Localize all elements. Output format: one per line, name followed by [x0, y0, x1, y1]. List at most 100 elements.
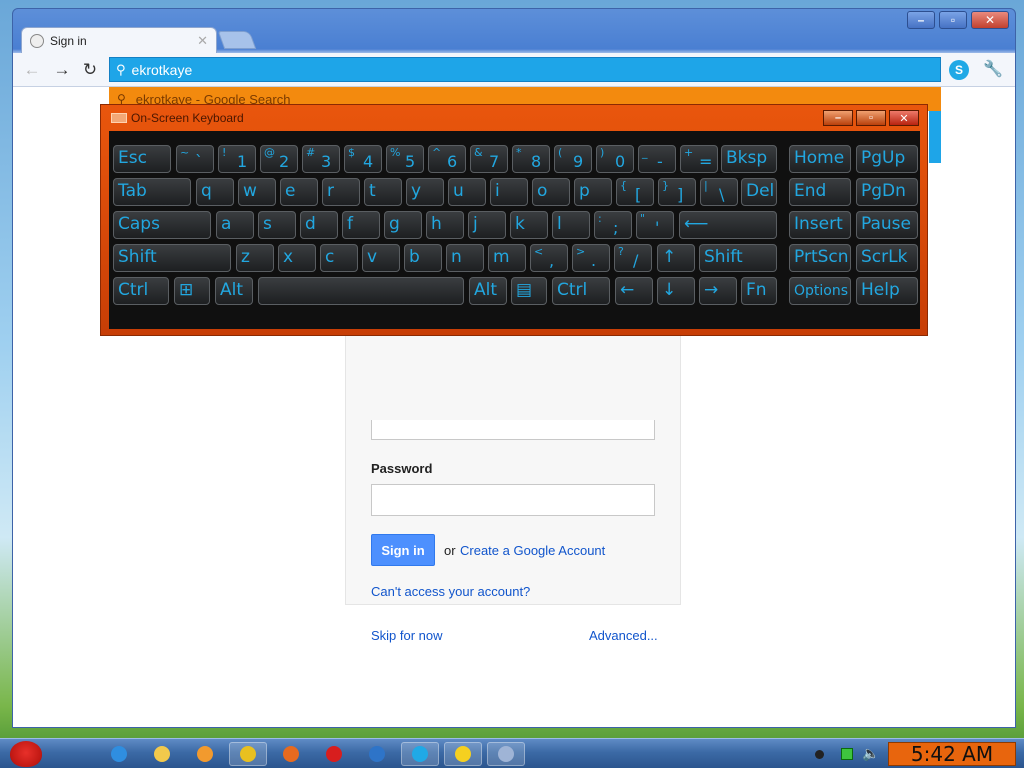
- minimize-button[interactable]: –: [907, 11, 935, 29]
- battery-icon[interactable]: [841, 748, 853, 760]
- key-5[interactable]: % 5: [386, 145, 424, 173]
- tab-close-icon[interactable]: ✕: [197, 33, 208, 49]
- skype-extension-icon[interactable]: S: [949, 60, 969, 80]
- maximize-button[interactable]: ▫: [939, 11, 967, 29]
- key-7[interactable]: & 7: [470, 145, 508, 173]
- key-equals[interactable]: + =: [680, 145, 718, 173]
- clock[interactable]: 5:42 AM: [888, 742, 1016, 766]
- key-3[interactable]: #3: [302, 145, 340, 173]
- key-2[interactable]: @2: [260, 145, 298, 173]
- key-m[interactable]: m: [488, 244, 526, 272]
- create-account-link[interactable]: Create a Google Account: [460, 543, 605, 558]
- reload-icon[interactable]: ↻: [79, 59, 101, 81]
- key-8[interactable]: * 8: [512, 145, 550, 173]
- forward-arrow-icon[interactable]: →: [51, 59, 73, 81]
- key-lshift[interactable]: Shift: [113, 244, 231, 272]
- new-tab-button[interactable]: [217, 31, 257, 49]
- key-p[interactable]: p: [574, 178, 612, 206]
- key-q[interactable]: q: [196, 178, 234, 206]
- key-l[interactable]: l: [552, 211, 590, 239]
- key-rbracket[interactable]: }]: [658, 178, 696, 206]
- key-home[interactable]: Home: [789, 145, 851, 173]
- omnibox-input[interactable]: [131, 61, 732, 78]
- key-enter[interactable]: ⟵: [679, 211, 777, 239]
- key-w[interactable]: w: [238, 178, 276, 206]
- tab-sign-in[interactable]: Sign in ✕: [21, 27, 217, 53]
- key-fn[interactable]: Fn: [741, 277, 777, 305]
- key-1[interactable]: ! 1: [218, 145, 256, 173]
- key-slash[interactable]: ? /: [614, 244, 652, 272]
- wrench-icon[interactable]: 🔧: [983, 59, 1003, 79]
- key-help[interactable]: Help: [856, 277, 918, 305]
- cant-access-link[interactable]: Can't access your account?: [371, 584, 530, 599]
- skip-for-now-link[interactable]: Skip for now: [371, 628, 443, 643]
- key-menu[interactable]: ▤: [511, 277, 547, 305]
- tray-status-icon[interactable]: [815, 750, 824, 759]
- key-d[interactable]: d: [300, 211, 338, 239]
- key-s[interactable]: s: [258, 211, 296, 239]
- taskbar-chrome[interactable]: [229, 742, 267, 766]
- key-x[interactable]: x: [278, 244, 316, 272]
- key-r[interactable]: r: [322, 178, 360, 206]
- osk-titlebar[interactable]: On-Screen Keyboard: [101, 105, 927, 131]
- taskbar-firefox[interactable]: [272, 742, 310, 766]
- key-down[interactable]: ↓: [657, 277, 695, 305]
- key-pgup[interactable]: PgUp: [856, 145, 918, 173]
- password-field[interactable]: [371, 484, 655, 516]
- key-pgdn[interactable]: PgDn: [856, 178, 918, 206]
- sign-in-button[interactable]: Sign in: [371, 534, 435, 566]
- key-e[interactable]: e: [280, 178, 318, 206]
- taskbar-messenger[interactable]: [444, 742, 482, 766]
- key-win[interactable]: ⊞: [174, 277, 210, 305]
- key-minus[interactable]: _ -: [638, 145, 676, 173]
- key-h[interactable]: h: [426, 211, 464, 239]
- key-9[interactable]: (9: [554, 145, 592, 173]
- key-scrlk[interactable]: ScrLk: [856, 244, 918, 272]
- key-pause[interactable]: Pause: [856, 211, 918, 239]
- key-a[interactable]: a: [216, 211, 254, 239]
- key-bksp[interactable]: Bksp: [721, 145, 777, 173]
- key-o[interactable]: o: [532, 178, 570, 206]
- osk-minimize-button[interactable]: –: [823, 110, 853, 126]
- osk-maximize-button[interactable]: ▫: [856, 110, 886, 126]
- key-comma[interactable]: <,: [530, 244, 568, 272]
- key-lctrl[interactable]: Ctrl: [113, 277, 169, 305]
- key-4[interactable]: $4: [344, 145, 382, 173]
- key-quote[interactable]: " ': [636, 211, 674, 239]
- key-lalt[interactable]: Alt: [215, 277, 253, 305]
- start-button[interactable]: [4, 739, 48, 768]
- taskbar-app-blocks[interactable]: [358, 742, 396, 766]
- key-del[interactable]: Del: [741, 178, 777, 206]
- key-f[interactable]: f: [342, 211, 380, 239]
- key-esc[interactable]: Esc: [113, 145, 171, 173]
- omnibox[interactable]: ⚲: [109, 57, 941, 82]
- taskbar-opera[interactable]: [315, 742, 353, 766]
- key-g[interactable]: g: [384, 211, 422, 239]
- osk-close-button[interactable]: ✕: [889, 110, 919, 126]
- email-field[interactable]: [371, 420, 655, 440]
- key-caps[interactable]: Caps: [113, 211, 211, 239]
- volume-muted-icon[interactable]: 🔈: [862, 745, 879, 762]
- key-b[interactable]: b: [404, 244, 442, 272]
- key-u[interactable]: u: [448, 178, 486, 206]
- key-v[interactable]: v: [362, 244, 400, 272]
- key-up[interactable]: ↑: [657, 244, 695, 272]
- key-y[interactable]: y: [406, 178, 444, 206]
- key-prtscn[interactable]: PrtScn: [789, 244, 851, 272]
- key-backslash[interactable]: | \: [700, 178, 738, 206]
- key-c[interactable]: c: [320, 244, 358, 272]
- key-semicolon[interactable]: :;: [594, 211, 632, 239]
- key-grave[interactable]: ~ `: [176, 145, 214, 173]
- taskbar-on-screen-keyboard[interactable]: [487, 742, 525, 766]
- key-k[interactable]: k: [510, 211, 548, 239]
- key-6[interactable]: ^ 6: [428, 145, 466, 173]
- key-right[interactable]: →: [699, 277, 737, 305]
- key-0[interactable]: ) 0: [596, 145, 634, 173]
- key-j[interactable]: j: [468, 211, 506, 239]
- advanced-link[interactable]: Advanced...: [589, 628, 658, 643]
- key-z[interactable]: z: [236, 244, 274, 272]
- taskbar-internet-explorer[interactable]: [100, 742, 138, 766]
- back-arrow-icon[interactable]: ←: [21, 59, 43, 81]
- key-i[interactable]: i: [490, 178, 528, 206]
- key-ralt[interactable]: Alt: [469, 277, 507, 305]
